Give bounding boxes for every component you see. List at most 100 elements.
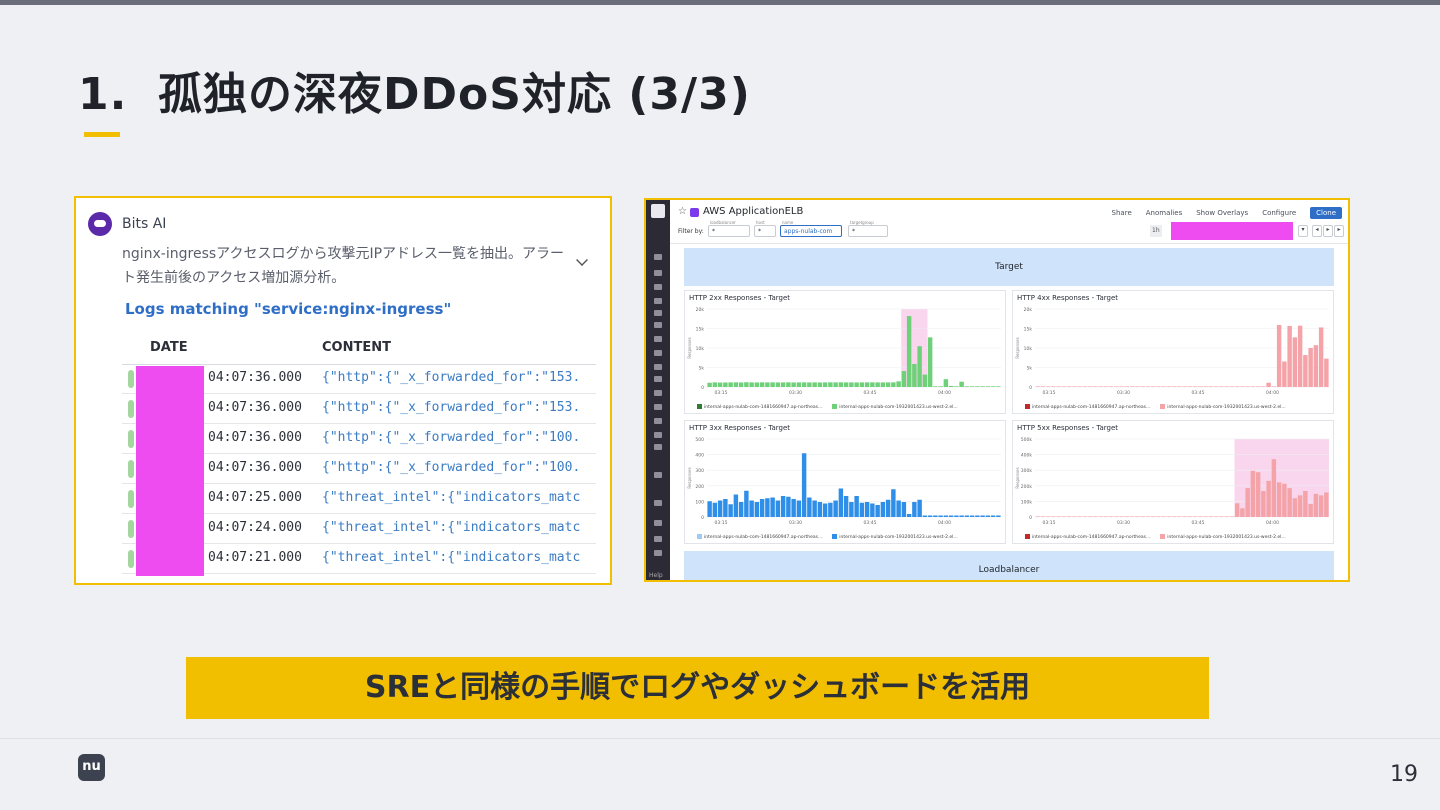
chevron-down-icon[interactable] [576, 254, 588, 266]
chart-bar [1098, 386, 1103, 387]
chart-bar [707, 501, 712, 517]
y-tick-label: 5k [699, 366, 705, 372]
show-overlays-button[interactable]: Show Overlays [1196, 209, 1248, 217]
chart-bar [796, 382, 802, 387]
nav-item-icon[interactable] [654, 254, 662, 260]
legend-item[interactable]: internal-apps-nulab-com-1481660947.ap-no… [1025, 404, 1150, 410]
legend-item[interactable]: internal-apps-nulab-com-1932001423.us-we… [1160, 534, 1286, 540]
nav-item-icon[interactable] [654, 404, 662, 410]
nav-item-icon[interactable] [654, 284, 662, 290]
time-dropdown-icon[interactable]: ▾ [1298, 225, 1308, 237]
nav-item-icon[interactable] [654, 536, 662, 542]
chart-bar [943, 379, 949, 387]
legend-label: internal-apps-nulab-com-1932001423.us-we… [1167, 405, 1286, 410]
log-content: {"http":{"_x_forwarded_for":"153. [322, 400, 581, 415]
anomalies-button[interactable]: Anomalies [1146, 209, 1182, 217]
nav-item-icon[interactable] [654, 298, 662, 304]
clone-button[interactable]: Clone [1310, 207, 1342, 219]
legend-item[interactable]: internal-apps-nulab-com-1932001423.us-we… [832, 534, 958, 540]
log-date: 04:07:36.000 [208, 400, 302, 415]
nav-item-icon[interactable] [654, 472, 662, 478]
chart-bar [901, 502, 907, 517]
chart-widget[interactable]: HTTP 3xx Responses - Target 500 400 300 200 1… [684, 420, 1006, 544]
chart-bar [854, 382, 859, 387]
y-axis-label: Responses [687, 467, 692, 488]
legend-item[interactable]: internal-apps-nulab-com-1932001423.us-we… [832, 404, 958, 410]
legend-item[interactable]: internal-apps-nulab-com-1481660947.ap-no… [1025, 534, 1150, 540]
nav-item-icon[interactable] [654, 336, 662, 342]
zoom-icon[interactable]: ⊙ [1348, 225, 1350, 237]
column-header-date[interactable]: DATE [150, 340, 188, 355]
chart-bar [1040, 516, 1046, 517]
chart-bar [975, 515, 980, 517]
nav-item-icon[interactable] [654, 418, 662, 424]
play-icon[interactable]: ▸ [1323, 225, 1333, 237]
filter-host[interactable]: * [754, 225, 776, 237]
nav-item-icon[interactable] [654, 350, 662, 356]
chart-bar [1124, 386, 1130, 387]
legend-swatch [1160, 534, 1166, 539]
log-status-bar [128, 370, 134, 388]
log-status-bar [128, 490, 134, 508]
chart-bar [828, 502, 833, 517]
nav-item-icon[interactable] [654, 390, 662, 396]
y-tick-label: 10k [1024, 346, 1033, 352]
nav-item-icon[interactable] [654, 550, 662, 556]
group-target[interactable]: Target [684, 248, 1334, 286]
chart-bar [749, 382, 754, 387]
forward-icon[interactable]: ▸ [1334, 225, 1344, 237]
chart-bar [749, 500, 754, 517]
time-range-label[interactable]: 1h [1150, 225, 1162, 237]
configure-button[interactable]: Configure [1262, 209, 1296, 217]
group-loadbalancer[interactable]: Loadbalancer [684, 551, 1334, 580]
filter-targetgroup[interactable]: * [848, 225, 888, 237]
chart-bar [707, 382, 712, 387]
dashboard-title[interactable]: AWS ApplicationELB [703, 206, 803, 217]
chart-bar [1266, 480, 1271, 517]
column-header-content[interactable]: CONTENT [322, 340, 391, 355]
chart-bar [728, 382, 733, 387]
legend-item[interactable]: internal-apps-nulab-com-1932001423.us-we… [1160, 404, 1286, 410]
nav-item-icon[interactable] [654, 520, 662, 526]
legend-item[interactable]: internal-apps-nulab-com-1481660947.ap-no… [697, 534, 822, 540]
chart-bar [717, 382, 723, 387]
chart-bar [985, 386, 991, 387]
logs-matching-link[interactable]: Logs matching "service:nginx-ingress" [125, 300, 451, 318]
chart-widget[interactable]: HTTP 4xx Responses - Target 20k 15k 10k 5k 0 R… [1012, 290, 1334, 414]
nav-item-icon[interactable] [654, 500, 662, 506]
nav-item-icon[interactable] [654, 310, 662, 316]
nav-item-icon[interactable] [654, 432, 662, 438]
chart-bar [1224, 386, 1229, 387]
chart-widget[interactable]: HTTP 5xx Responses - Target 500k 400k 300k 2… [1012, 420, 1334, 544]
chart-bar [875, 505, 880, 517]
nav-item-icon[interactable] [654, 364, 662, 370]
datadog-logo-icon[interactable] [651, 204, 665, 218]
chart-bar [1177, 516, 1182, 517]
chart-bar [870, 503, 875, 517]
nav-item-icon[interactable] [654, 444, 662, 450]
chart-bar [1166, 386, 1172, 387]
chart-bar [843, 382, 849, 387]
chart-bar [1276, 482, 1282, 517]
chart-bar [917, 499, 922, 517]
chart-bar [833, 500, 838, 517]
chart-bar [1077, 386, 1082, 387]
legend-item[interactable]: internal-apps-nulab-com-1481660947.ap-no… [697, 404, 822, 410]
rewind-icon[interactable]: ◂ [1312, 225, 1322, 237]
nav-item-icon[interactable] [654, 270, 662, 276]
nav-item-icon[interactable] [654, 322, 662, 328]
filter-loadbalancer[interactable]: * [708, 225, 750, 237]
chart-bar [1219, 386, 1224, 387]
share-button[interactable]: Share [1112, 209, 1132, 217]
chart-widget[interactable]: HTTP 2xx Responses - Target 20k 15k 10k 5k 0 R… [684, 290, 1006, 414]
nav-item-icon[interactable] [654, 376, 662, 382]
chart-bar [770, 382, 775, 387]
company-logo: nu [78, 754, 105, 781]
chart-bar [759, 499, 765, 517]
help-link[interactable]: Help [649, 572, 663, 579]
y-tick-label: 100k [1021, 499, 1033, 505]
filter-name[interactable]: apps-nulab-com [780, 225, 842, 237]
y-axis-label: Responses [1015, 337, 1020, 358]
star-icon[interactable]: ☆ [678, 206, 687, 217]
chart-bar [959, 515, 964, 517]
